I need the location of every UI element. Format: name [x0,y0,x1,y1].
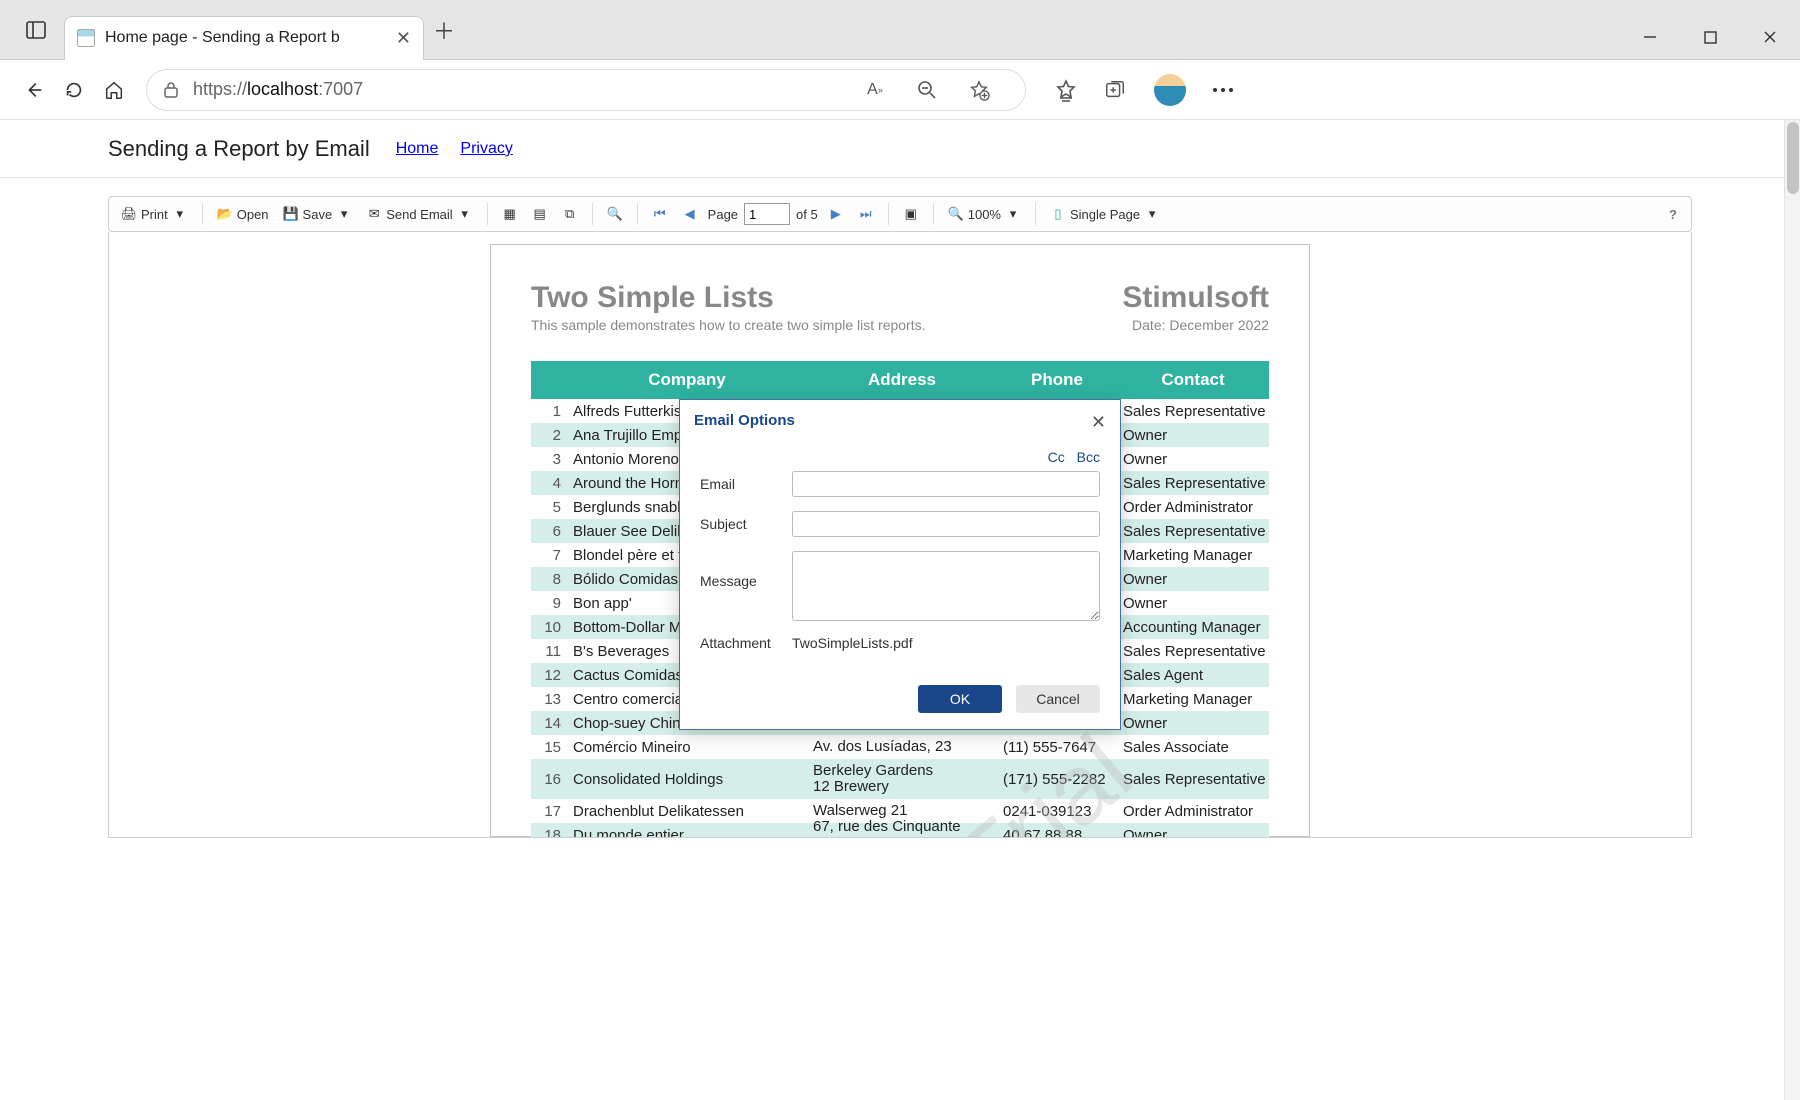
prev-page-button[interactable]: ◀ [678,204,702,224]
favicon-icon [77,29,95,47]
table-row: 18Du monde entier67, rue des Cinquante O… [531,823,1269,838]
back-button[interactable] [14,70,54,110]
report-date: Date: December 2022 [1132,317,1269,333]
col-company: Company [567,361,807,399]
home-button[interactable] [94,70,134,110]
new-tab-button[interactable]: ＋ [424,10,464,50]
url-text: https://localhost:7007 [193,79,363,100]
page-input[interactable] [744,203,790,225]
attachment-label: Attachment [700,635,792,651]
chevron-down-icon: ▾ [336,206,352,222]
envelope-icon: ✉ [366,206,382,222]
tab-actions-icon[interactable] [14,8,58,52]
profile-avatar[interactable] [1154,74,1186,106]
single-page-icon: ▯ [1050,206,1066,222]
table-row: 15Comércio MineiroAv. dos Lusíadas, 23(1… [531,735,1269,759]
chevron-down-icon: ▾ [172,206,188,222]
read-aloud-icon[interactable]: A» [861,76,889,104]
chevron-down-icon: ▾ [1005,206,1021,222]
lock-icon [163,81,179,99]
send-email-button[interactable]: ✉Send Email▾ [362,204,476,224]
last-page-icon: ⏭ [858,206,874,222]
binoculars-icon: 🔍 [607,206,623,222]
page-title: Sending a Report by Email [108,136,370,162]
report-area: Two Simple Lists Stimulsoft This sample … [108,232,1692,838]
fullscreen-button[interactable]: ▣ [899,204,923,224]
print-button[interactable]: 🖨Print▾ [117,204,192,224]
email-label: Email [700,476,792,492]
more-icon[interactable] [1212,87,1234,93]
open-button[interactable]: 📂Open [213,204,273,224]
message-input[interactable] [792,551,1100,621]
prev-page-icon: ◀ [682,206,698,222]
collections-icon[interactable] [1104,79,1126,101]
tab-title: Home page - Sending a Report b [105,29,386,47]
bookmark-panel-icon: ▦ [502,206,518,222]
page-header: Sending a Report by Email Home Privacy [0,120,1800,178]
vertical-scrollbar[interactable] [1784,120,1800,1100]
email-input[interactable] [792,471,1100,497]
save-button[interactable]: 💾Save▾ [279,204,357,224]
magnifier-icon: 🔍 [948,206,964,222]
save-icon: 💾 [283,206,299,222]
last-page-button[interactable]: ⏭ [854,204,878,224]
first-page-icon: ⏮ [652,206,668,222]
report-brand: Stimulsoft [1122,281,1269,315]
zoom-button[interactable]: 🔍100%▾ [944,204,1025,224]
browser-chrome: Home page - Sending a Report b ✕ ＋ [0,0,1800,60]
page-label: Page [708,207,738,222]
fullscreen-icon: ▣ [903,206,919,222]
refresh-button[interactable] [54,70,94,110]
table-header: Company Address Phone Contact [531,361,1269,399]
nav-home[interactable]: Home [396,140,439,158]
bcc-link[interactable]: Bcc [1077,449,1100,465]
col-address: Address [807,361,997,399]
cc-link[interactable]: Cc [1048,449,1065,465]
col-phone: Phone [997,361,1117,399]
address-bar: https://localhost:7007 A» [0,60,1800,120]
report-subtitle: This sample demonstrates how to create t… [531,317,926,333]
favorite-add-icon[interactable] [965,76,993,104]
first-page-button[interactable]: ⏮ [648,204,672,224]
next-page-icon: ▶ [828,206,844,222]
tab-close-icon[interactable]: ✕ [396,28,411,49]
folder-open-icon: 📂 [217,206,233,222]
window-maximize-button[interactable] [1680,15,1740,59]
favorites-icon[interactable] [1054,78,1078,102]
cancel-button[interactable]: Cancel [1016,685,1100,713]
parameters-icon: ▤ [532,206,548,222]
window-close-button[interactable] [1740,15,1800,59]
page-total: of 5 [796,207,818,222]
scrollbar-thumb[interactable] [1787,122,1799,194]
chevron-down-icon: ▾ [457,206,473,222]
email-options-dialog: Email Options ✕ Cc Bcc Email Subject Mes… [679,399,1121,730]
nav-privacy[interactable]: Privacy [460,140,512,158]
chevron-down-icon: ▾ [1144,206,1160,222]
ok-button[interactable]: OK [918,685,1002,713]
viewer-toolbar: 🖨Print▾ 📂Open 💾Save▾ ✉Send Email▾ ▦ ▤ ⧉ … [108,196,1692,232]
resources-button[interactable]: ⧉ [558,204,582,224]
zoom-out-icon[interactable] [913,76,941,104]
help-button[interactable]: ? [1669,207,1683,222]
bookmarks-button[interactable]: ▦ [498,204,522,224]
message-label: Message [700,551,792,589]
find-button[interactable]: 🔍 [603,204,627,224]
printer-icon: 🖨 [121,206,137,222]
url-box[interactable]: https://localhost:7007 A» [146,69,1026,111]
table-row: 16Consolidated HoldingsBerkeley Gardens1… [531,759,1269,799]
next-page-button[interactable]: ▶ [824,204,848,224]
browser-tab[interactable]: Home page - Sending a Report b ✕ [64,16,424,60]
col-contact: Contact [1117,361,1269,399]
subject-input[interactable] [792,511,1100,537]
resources-icon: ⧉ [562,206,578,222]
report-title: Two Simple Lists [531,281,774,315]
dialog-title: Email Options [694,412,795,433]
attachment-value: TwoSimpleLists.pdf [792,635,913,651]
window-minimize-button[interactable] [1620,15,1680,59]
parameters-button[interactable]: ▤ [528,204,552,224]
view-mode-button[interactable]: ▯Single Page▾ [1046,204,1164,224]
dialog-close-button[interactable]: ✕ [1091,412,1106,433]
subject-label: Subject [700,516,792,532]
